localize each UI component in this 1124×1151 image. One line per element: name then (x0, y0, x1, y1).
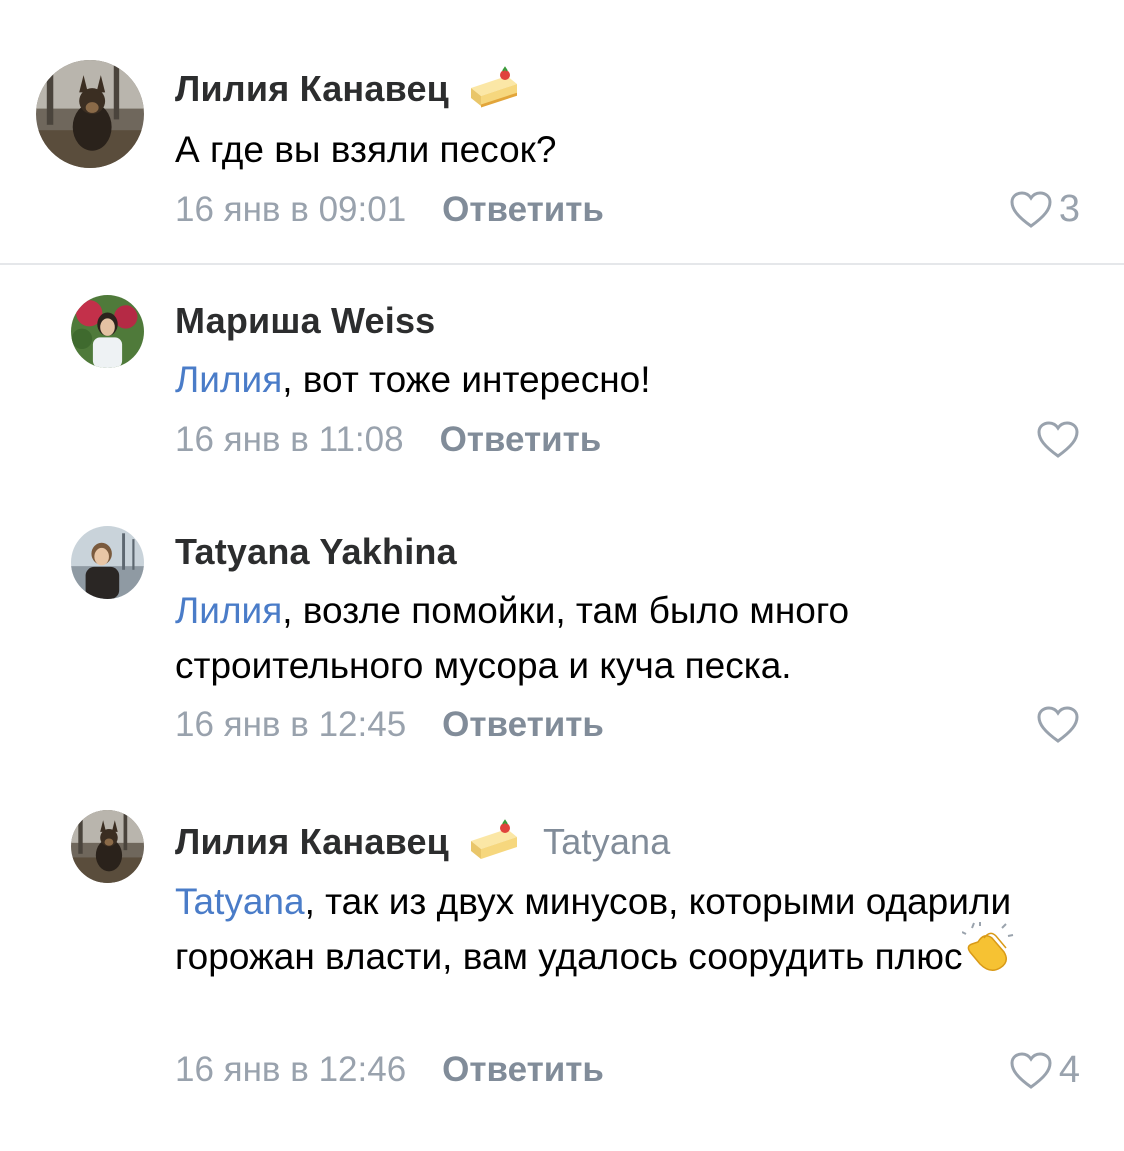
avatar[interactable] (71, 526, 144, 599)
comment-text: А где вы взяли песок? (175, 122, 1075, 177)
like-button[interactable]: 4 (1009, 1049, 1080, 1092)
comment-timestamp[interactable]: 16 янв в 09:01 (175, 190, 406, 229)
heart-icon (1010, 1051, 1052, 1089)
comment-meta: 16 янв в 11:08 Ответить (175, 420, 601, 460)
clapping-hands-icon (962, 922, 1014, 972)
comment-timestamp[interactable]: 16 янв в 12:46 (175, 1050, 406, 1089)
comment-author[interactable]: Лилия Канавец Tatyana (175, 819, 671, 865)
comment-timestamp[interactable]: 16 янв в 12:45 (175, 705, 406, 744)
like-button[interactable] (1036, 420, 1080, 460)
author-name[interactable]: Лилия Канавец (175, 68, 449, 109)
comment-meta: 16 янв в 12:46 Ответить (175, 1050, 604, 1090)
mention-link[interactable]: Лилия (175, 359, 282, 400)
comment-author[interactable]: Лилия Канавец (175, 66, 521, 112)
mention-link[interactable]: Лилия (175, 590, 282, 631)
like-button[interactable]: 3 (1009, 188, 1080, 231)
comment-meta: 16 янв в 12:45 Ответить (175, 705, 604, 745)
reply-button[interactable]: Ответить (442, 1050, 604, 1089)
like-button[interactable] (1036, 705, 1080, 745)
heart-icon (1010, 190, 1052, 228)
like-count: 4 (1058, 1049, 1080, 1091)
avatar[interactable] (71, 810, 144, 883)
divider (0, 263, 1124, 265)
avatar[interactable] (36, 60, 144, 168)
comment-author[interactable]: Мариша Weiss (175, 300, 435, 342)
comment-timestamp[interactable]: 16 янв в 11:08 (175, 420, 404, 459)
author-name[interactable]: Лилия Канавец (175, 821, 449, 862)
comment-text: Лилия, возле помойки, там было много стр… (175, 583, 1075, 693)
like-count: 3 (1058, 188, 1080, 230)
reply-button[interactable]: Ответить (440, 420, 602, 459)
avatar[interactable] (71, 295, 144, 368)
comment-body: А где вы взяли песок? (175, 129, 557, 170)
reply-button[interactable]: Ответить (442, 705, 604, 744)
comment-meta: 16 янв в 09:01 Ответить (175, 190, 604, 230)
comment-body: , вот тоже интересно! (282, 359, 651, 400)
comment-text: Tatyana, так из двух минусов, которыми о… (175, 874, 1075, 984)
author-name[interactable]: Мариша Weiss (175, 300, 435, 341)
mention-link[interactable]: Tatyana (175, 881, 305, 922)
cake-icon (467, 66, 521, 108)
author-name[interactable]: Tatyana Yakhina (175, 531, 457, 572)
cake-icon (467, 819, 521, 861)
heart-icon (1037, 421, 1079, 458)
reply-button[interactable]: Ответить (442, 190, 604, 229)
reply-to-link[interactable]: Tatyana (543, 821, 671, 862)
heart-icon (1037, 706, 1079, 743)
comment-text: Лилия, вот тоже интересно! (175, 352, 1075, 407)
comment-author[interactable]: Tatyana Yakhina (175, 531, 457, 573)
